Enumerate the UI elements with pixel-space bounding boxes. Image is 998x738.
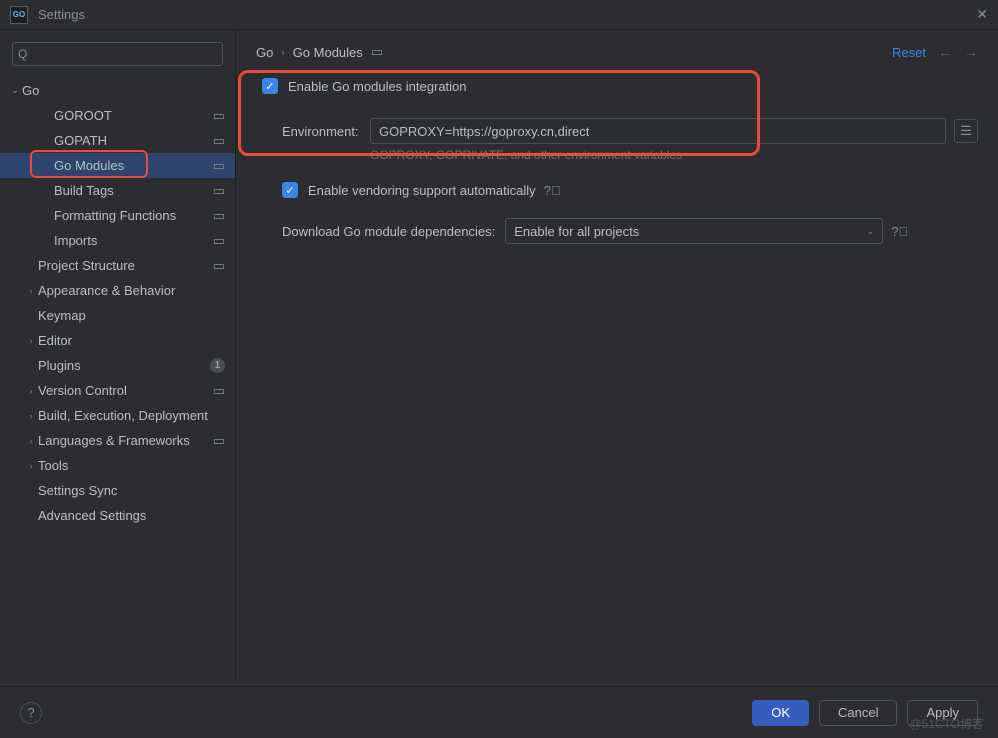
tree-item[interactable]: Plugins 1 bbox=[0, 353, 235, 378]
tree-item-label: Build Tags bbox=[54, 183, 213, 198]
footer: ? OK Cancel Apply bbox=[0, 686, 998, 738]
expand-environment-icon[interactable]: ☰ bbox=[954, 119, 978, 143]
tree-item-label: Tools bbox=[38, 458, 225, 473]
environment-input[interactable] bbox=[370, 118, 946, 144]
tree-item[interactable]: ›Languages & Frameworks▭ bbox=[0, 428, 235, 453]
sidebar: Q ⌄GoGOROOT▭GOPATH▭Go Modules▭Build Tags… bbox=[0, 30, 236, 680]
tree-item-label: Appearance & Behavior bbox=[38, 283, 225, 298]
module-scope-icon: ▭ bbox=[213, 433, 225, 449]
tree-item[interactable]: ›Appearance & Behavior bbox=[0, 278, 235, 303]
tree-item[interactable]: Go Modules▭ bbox=[0, 153, 235, 178]
tree-item-label: Formatting Functions bbox=[54, 208, 213, 223]
close-icon[interactable]: ✕ bbox=[976, 6, 988, 23]
chevron-down-icon: ⌄ bbox=[8, 85, 22, 96]
tree-item[interactable]: ›Version Control▭ bbox=[0, 378, 235, 403]
window-title: Settings bbox=[38, 7, 85, 22]
forward-icon[interactable]: → bbox=[964, 44, 978, 60]
download-select-value: Enable for all projects bbox=[514, 224, 639, 239]
tree-item-label: Go Modules bbox=[54, 158, 213, 173]
help-icon[interactable]: ?⃝ bbox=[891, 224, 908, 239]
enable-modules-label[interactable]: Enable Go modules integration bbox=[288, 79, 467, 94]
content-panel: Go › Go Modules ▭ Reset ← → ✓ Enable Go … bbox=[236, 30, 998, 680]
search-icon: Q bbox=[18, 47, 27, 61]
breadcrumb: Go › Go Modules ▭ Reset ← → bbox=[256, 44, 978, 60]
chevron-right-icon: › bbox=[24, 436, 38, 446]
tree-item[interactable]: ›Tools bbox=[0, 453, 235, 478]
download-label: Download Go module dependencies: bbox=[282, 224, 495, 239]
back-icon[interactable]: ← bbox=[938, 44, 952, 60]
module-scope-icon: ▭ bbox=[213, 108, 225, 124]
module-scope-icon: ▭ bbox=[213, 383, 225, 399]
module-scope-icon: ▭ bbox=[213, 258, 225, 274]
module-scope-icon: ▭ bbox=[213, 133, 225, 149]
tree-item[interactable]: ⌄Go bbox=[0, 78, 235, 103]
tree-item-label: GOPATH bbox=[54, 133, 213, 148]
tree-item-label: Version Control bbox=[38, 383, 213, 398]
tree-item-label: Settings Sync bbox=[38, 483, 225, 498]
tree-item-label: Editor bbox=[38, 333, 225, 348]
tree-item[interactable]: GOPATH▭ bbox=[0, 128, 235, 153]
module-scope-icon: ▭ bbox=[213, 158, 225, 174]
tree-item[interactable]: Project Structure▭ bbox=[0, 253, 235, 278]
tree-item[interactable]: Advanced Settings bbox=[0, 503, 235, 528]
watermark: @51CTO博客 bbox=[909, 715, 984, 732]
chevron-down-icon: ⌄ bbox=[867, 226, 875, 237]
vendoring-checkbox[interactable]: ✓ bbox=[282, 182, 298, 198]
app-icon: GO bbox=[10, 6, 28, 24]
module-scope-icon: ▭ bbox=[213, 208, 225, 224]
chevron-right-icon: › bbox=[281, 47, 284, 58]
module-scope-icon: ▭ bbox=[213, 233, 225, 249]
module-scope-icon: ▭ bbox=[371, 44, 383, 60]
breadcrumb-current: Go Modules bbox=[293, 45, 363, 60]
chevron-right-icon: › bbox=[24, 386, 38, 396]
vendoring-label[interactable]: Enable vendoring support automatically bbox=[308, 183, 536, 198]
tree-item-label: Keymap bbox=[38, 308, 225, 323]
ok-button[interactable]: OK bbox=[752, 700, 809, 726]
cancel-button[interactable]: Cancel bbox=[819, 700, 897, 726]
titlebar: GO Settings ✕ bbox=[0, 0, 998, 30]
chevron-right-icon: › bbox=[24, 461, 38, 471]
tree-item-label: Project Structure bbox=[38, 258, 213, 273]
tree-item-label: Languages & Frameworks bbox=[38, 433, 213, 448]
tree-item-label: Go bbox=[22, 83, 225, 98]
footer-help-icon[interactable]: ? bbox=[20, 702, 42, 724]
environment-hint: GOPROXY, GOPRIVATE, and other environmen… bbox=[370, 148, 978, 162]
breadcrumb-root[interactable]: Go bbox=[256, 45, 273, 60]
tree-item[interactable]: ›Build, Execution, Deployment bbox=[0, 403, 235, 428]
count-badge: 1 bbox=[210, 358, 225, 373]
download-select[interactable]: Enable for all projects ⌄ bbox=[505, 218, 883, 244]
chevron-right-icon: › bbox=[24, 411, 38, 421]
settings-tree: ⌄GoGOROOT▭GOPATH▭Go Modules▭Build Tags▭F… bbox=[0, 74, 235, 680]
tree-item[interactable]: Keymap bbox=[0, 303, 235, 328]
tree-item[interactable]: Imports▭ bbox=[0, 228, 235, 253]
tree-item-label: GOROOT bbox=[54, 108, 213, 123]
help-icon[interactable]: ?⃝ bbox=[544, 183, 561, 198]
environment-label: Environment: bbox=[282, 124, 370, 139]
tree-item[interactable]: Build Tags▭ bbox=[0, 178, 235, 203]
module-scope-icon: ▭ bbox=[213, 183, 225, 199]
chevron-right-icon: › bbox=[24, 286, 38, 296]
tree-item-label: Imports bbox=[54, 233, 213, 248]
search-input[interactable] bbox=[12, 42, 223, 66]
chevron-right-icon: › bbox=[24, 336, 38, 346]
tree-item-label: Plugins bbox=[38, 358, 206, 373]
tree-item[interactable]: Formatting Functions▭ bbox=[0, 203, 235, 228]
tree-item[interactable]: GOROOT▭ bbox=[0, 103, 235, 128]
tree-item[interactable]: ›Editor bbox=[0, 328, 235, 353]
reset-link[interactable]: Reset bbox=[892, 45, 926, 60]
enable-modules-checkbox[interactable]: ✓ bbox=[262, 78, 278, 94]
tree-item-label: Build, Execution, Deployment bbox=[38, 408, 225, 423]
tree-item-label: Advanced Settings bbox=[38, 508, 225, 523]
tree-item[interactable]: Settings Sync bbox=[0, 478, 235, 503]
